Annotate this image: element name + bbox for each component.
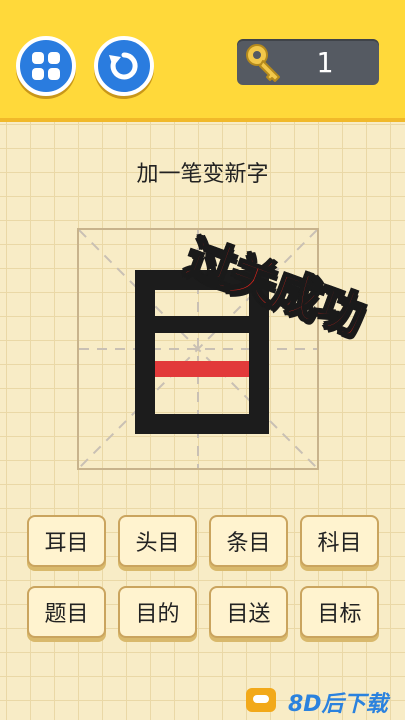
grid-four-squares-icon	[32, 52, 60, 80]
option-button[interactable]: 目送	[209, 586, 288, 638]
top-bar: 1	[0, 0, 405, 122]
option-button[interactable]: 耳目	[27, 515, 106, 567]
success-stamp-text: 过关成功	[177, 229, 371, 347]
option-button[interactable]: 科目	[300, 515, 379, 567]
watermark: 8D后下载	[246, 686, 396, 717]
option-button[interactable]: 条目	[209, 515, 288, 567]
option-button[interactable]: 头目	[118, 515, 197, 567]
undo-arrow-icon	[109, 52, 138, 80]
option-button[interactable]: 目的	[118, 586, 197, 638]
key-icon	[246, 44, 280, 82]
puzzle-title: 加一笔变新字	[136, 162, 269, 187]
key-counter: 1	[237, 39, 379, 85]
undo-button[interactable]	[94, 36, 154, 96]
key-count: 1	[316, 46, 333, 79]
watermark-logo-icon	[246, 688, 276, 712]
option-button[interactable]: 目标	[300, 586, 379, 638]
menu-button[interactable]	[16, 36, 76, 96]
success-stamp: 过关成功	[176, 228, 396, 347]
added-stroke	[155, 361, 249, 377]
watermark-text: 8D后下载	[288, 692, 388, 717]
option-button[interactable]: 题目	[27, 586, 106, 638]
